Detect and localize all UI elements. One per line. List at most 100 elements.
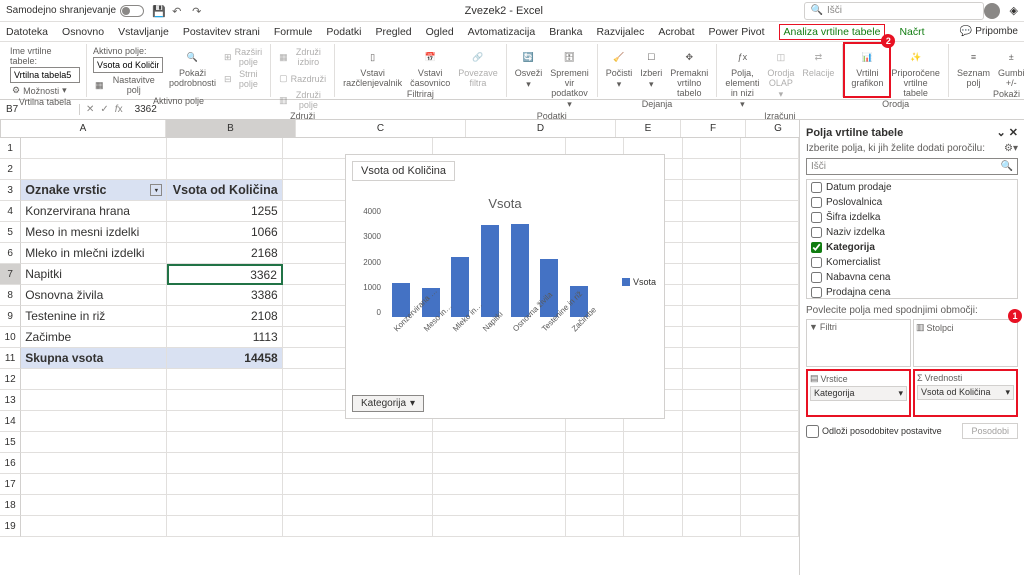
cell[interactable] — [741, 180, 799, 201]
cell[interactable] — [683, 516, 741, 537]
cell[interactable] — [283, 516, 434, 537]
cell[interactable] — [283, 432, 434, 453]
tab-branka[interactable]: Branka — [549, 26, 582, 38]
row-header[interactable]: 18 — [0, 495, 21, 516]
olap-tools-button[interactable]: ◫Orodja OLAP ▾ — [765, 46, 796, 101]
pivot-value[interactable]: 3386 — [167, 285, 282, 306]
cell[interactable] — [167, 138, 282, 159]
cell[interactable] — [741, 390, 799, 411]
cell[interactable] — [741, 222, 799, 243]
expand-field-button[interactable]: ⊞Razširi polje — [222, 46, 264, 68]
row-header[interactable]: 12 — [0, 369, 21, 390]
cell[interactable] — [21, 390, 167, 411]
chart-category-button[interactable]: Kategorija▾ — [352, 395, 424, 412]
cell[interactable] — [683, 348, 741, 369]
filter-connections-button[interactable]: 🔗Povezave filtra — [456, 46, 500, 89]
cell[interactable] — [21, 495, 167, 516]
row-header[interactable]: 19 — [0, 516, 21, 537]
cell[interactable] — [741, 432, 799, 453]
cell[interactable] — [683, 411, 741, 432]
cell[interactable] — [283, 495, 434, 516]
cell[interactable] — [566, 432, 624, 453]
cell[interactable] — [741, 159, 799, 180]
chart-bar[interactable] — [540, 259, 558, 317]
comments-button[interactable]: 💬 Pripombe — [960, 26, 1018, 37]
row-field-item[interactable]: Kategorija▾ — [810, 386, 907, 401]
field-checkbox[interactable] — [811, 197, 822, 208]
cell[interactable] — [741, 327, 799, 348]
pivot-chart[interactable]: Vsota od Količina Vsota 4000300020001000… — [345, 154, 665, 419]
tab-design[interactable]: Načrt — [899, 26, 924, 38]
field-checkbox[interactable] — [811, 287, 822, 298]
field-checkbox[interactable] — [811, 182, 822, 193]
tab-developer[interactable]: Razvijalec — [596, 26, 644, 38]
filters-area[interactable]: ▼Filtri — [806, 319, 911, 367]
cell[interactable] — [741, 411, 799, 432]
row-header[interactable]: 17 — [0, 474, 21, 495]
row-header[interactable]: 14 — [0, 411, 21, 432]
cell[interactable] — [741, 264, 799, 285]
save-icon[interactable]: 💾 — [152, 5, 164, 17]
cell[interactable] — [167, 516, 282, 537]
column-header[interactable]: F — [681, 120, 746, 137]
pivot-value[interactable]: 1066 — [167, 222, 282, 243]
update-button[interactable]: Posodobi — [962, 423, 1018, 439]
group-selection-button[interactable]: ▦Združi izbiro — [277, 46, 328, 68]
select-button[interactable]: ☐Izberi ▾ — [638, 46, 664, 91]
cell[interactable] — [167, 495, 282, 516]
row-header[interactable]: 2 — [0, 159, 21, 180]
field-checkbox[interactable] — [811, 257, 822, 268]
pivot-total-label[interactable]: Skupna vsota — [21, 348, 167, 369]
field-item[interactable]: Komercialist — [807, 255, 1017, 270]
cell[interactable] — [167, 474, 282, 495]
pivot-row-label[interactable]: Začimbe — [21, 327, 167, 348]
cell[interactable] — [741, 348, 799, 369]
cell[interactable] — [167, 432, 282, 453]
field-checkbox[interactable] — [811, 242, 822, 253]
pivot-row-label[interactable]: Testenine in riž — [21, 306, 167, 327]
cell[interactable] — [624, 432, 682, 453]
cell[interactable] — [167, 390, 282, 411]
cell[interactable] — [741, 495, 799, 516]
cell[interactable] — [683, 327, 741, 348]
relationships-button[interactable]: ⇄Relacije — [800, 46, 836, 79]
pivot-value[interactable]: 3362 — [167, 264, 283, 285]
tab-view[interactable]: Ogled — [426, 26, 454, 38]
tab-insert[interactable]: Vstavljanje — [118, 26, 169, 38]
undo-icon[interactable]: ↶ — [172, 5, 184, 17]
cell[interactable] — [21, 138, 167, 159]
tab-acrobat[interactable]: Acrobat — [658, 26, 694, 38]
cell[interactable] — [683, 264, 741, 285]
row-header[interactable]: 9 — [0, 306, 21, 327]
cell[interactable] — [21, 159, 167, 180]
tab-automate[interactable]: Avtomatizacija — [468, 26, 536, 38]
cell[interactable] — [21, 411, 167, 432]
row-header[interactable]: 1 — [0, 138, 21, 159]
cell[interactable] — [566, 516, 624, 537]
cell[interactable] — [566, 474, 624, 495]
cell[interactable] — [683, 474, 741, 495]
cell[interactable] — [283, 453, 434, 474]
defer-checkbox[interactable]: Odloži posodobitev postavitve — [806, 425, 942, 438]
cell[interactable] — [433, 432, 566, 453]
cell[interactable] — [741, 243, 799, 264]
cell[interactable] — [683, 180, 741, 201]
field-checkbox[interactable] — [811, 227, 822, 238]
group-field-button[interactable]: ▥Združi polje — [277, 89, 328, 111]
column-header[interactable]: E — [616, 120, 681, 137]
row-header[interactable]: 10 — [0, 327, 21, 348]
values-area[interactable]: ΣVrednosti Vsota od Količina▾ — [913, 369, 1018, 417]
cell[interactable] — [21, 516, 167, 537]
cell[interactable] — [683, 432, 741, 453]
insert-slicer-button[interactable]: ▯Vstavi razčlenjevalnik — [341, 46, 404, 89]
tab-formulas[interactable]: Formule — [274, 26, 313, 38]
chart-field-title[interactable]: Vsota od Količina — [352, 161, 455, 181]
pivot-value-header[interactable]: Vsota od Količina — [167, 180, 282, 201]
cell[interactable] — [741, 138, 799, 159]
chart-bar[interactable] — [511, 224, 529, 317]
chart-legend[interactable]: Vsota — [622, 277, 656, 287]
cell[interactable] — [21, 369, 167, 390]
pivot-value[interactable]: 1255 — [167, 201, 282, 222]
field-settings-button[interactable]: ▦Nastavitve polj — [93, 74, 163, 96]
row-header[interactable]: 5 — [0, 222, 21, 243]
